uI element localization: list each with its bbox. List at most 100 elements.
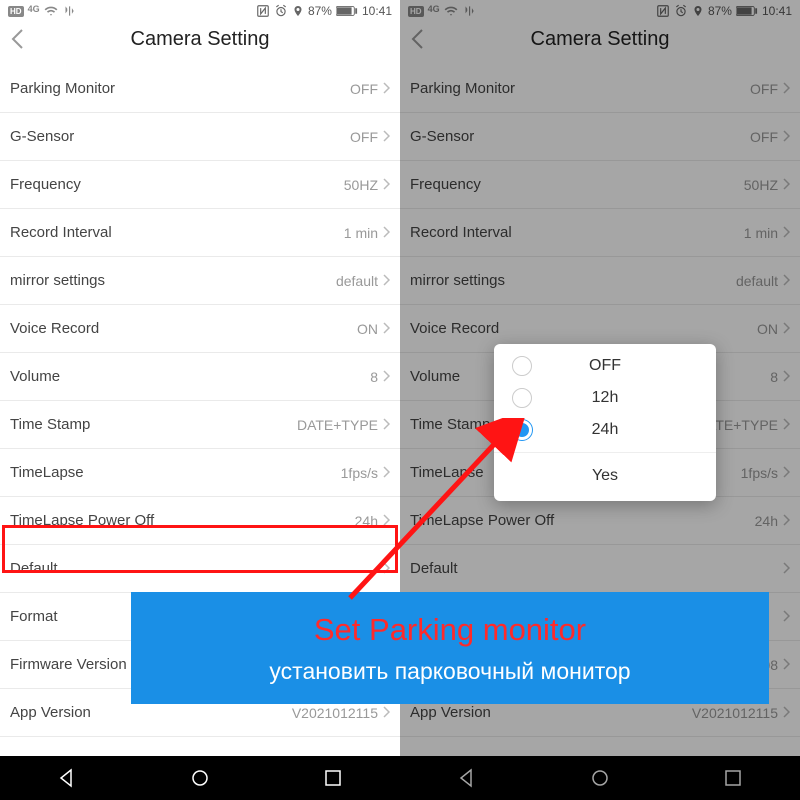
settings-row[interactable]: Voice RecordON: [0, 305, 400, 353]
settings-row-value: 8: [370, 369, 390, 385]
settings-row[interactable]: TimeLapse Power Off 24h: [400, 497, 800, 545]
settings-row[interactable]: mirror settingsdefault: [0, 257, 400, 305]
settings-row-value: OFF: [750, 129, 790, 145]
settings-row[interactable]: Time StampDATE+TYPE: [0, 401, 400, 449]
settings-row-value: default: [736, 273, 790, 289]
settings-row-value: OFF: [350, 129, 390, 145]
settings-row-value: DATE+TYPE: [297, 417, 390, 433]
settings-row-value: [378, 561, 390, 577]
settings-row-label: G-Sensor: [10, 128, 74, 145]
settings-row[interactable]: TimeLapse1fps/s: [0, 449, 400, 497]
alarm-icon: [674, 4, 688, 18]
annotation-banner: Set Parking monitor установить парковочн…: [131, 592, 769, 704]
nav-recent-button[interactable]: [318, 763, 348, 793]
settings-row-label: TimeLapse Power Off: [10, 512, 154, 529]
chevron-right-icon: [782, 369, 790, 385]
settings-row-label: Record Interval: [410, 224, 512, 241]
nav-back-button[interactable]: [52, 763, 82, 793]
chevron-right-icon: [382, 225, 390, 241]
settings-row-value: 8: [770, 369, 790, 385]
annotation-text-en: Set Parking monitor: [314, 612, 586, 648]
chevron-right-icon: [382, 369, 390, 385]
hd-badge: HD: [408, 6, 424, 17]
settings-row-label: mirror settings: [10, 272, 105, 289]
signal-4g-icon: 4G: [428, 4, 440, 14]
chevron-right-icon: [382, 177, 390, 193]
settings-row-label: Parking Monitor: [10, 80, 115, 97]
back-button[interactable]: [410, 28, 424, 55]
settings-row[interactable]: Default: [400, 545, 800, 593]
settings-row-value: 24h: [755, 513, 790, 529]
settings-row-label: Firmware Version: [10, 656, 127, 673]
settings-row-value: 1fps/s: [341, 465, 390, 481]
dialog-option-label: OFF: [512, 357, 698, 375]
alarm-icon: [274, 4, 288, 18]
settings-row-label: Parking Monitor: [410, 80, 515, 97]
settings-row-value: 50HZ: [744, 177, 790, 193]
android-navbar: [0, 756, 400, 800]
settings-row-label: Record Interval: [10, 224, 112, 241]
back-button[interactable]: [10, 28, 24, 55]
chevron-right-icon: [782, 81, 790, 97]
chevron-right-icon: [782, 417, 790, 433]
status-bar: HD 4G 87% 10:41: [400, 0, 800, 20]
nav-back-button[interactable]: [452, 763, 482, 793]
dialog-confirm-button[interactable]: Yes: [494, 452, 716, 501]
page-title: Camera Setting: [131, 28, 270, 51]
settings-row-label: Volume: [410, 368, 460, 385]
settings-row-label: Time Stamp: [410, 416, 490, 433]
settings-row[interactable]: Default: [0, 545, 400, 593]
settings-row[interactable]: TimeLapse Power Off 24h: [0, 497, 400, 545]
chevron-right-icon: [382, 273, 390, 289]
settings-row-label: Frequency: [410, 176, 481, 193]
chevron-right-icon: [382, 129, 390, 145]
settings-row[interactable]: G-SensorOFF: [400, 113, 800, 161]
settings-row-label: Volume: [10, 368, 60, 385]
nfc-icon: [656, 4, 670, 18]
location-icon: [692, 4, 704, 18]
chevron-right-icon: [782, 321, 790, 337]
chevron-right-icon: [782, 225, 790, 241]
dialog-option-label: 12h: [512, 389, 698, 407]
settings-row-value: 24h: [355, 513, 390, 529]
chevron-right-icon: [782, 513, 790, 529]
nav-home-button[interactable]: [185, 763, 215, 793]
settings-row[interactable]: Parking MonitorOFF: [400, 65, 800, 113]
settings-row[interactable]: Parking MonitorOFF: [0, 65, 400, 113]
nav-recent-button[interactable]: [718, 763, 748, 793]
broadcast-icon: [462, 4, 476, 18]
clock-time: 10:41: [362, 4, 392, 18]
clock-time: 10:41: [762, 4, 792, 18]
settings-row-value: ON: [357, 321, 390, 337]
battery-icon: [336, 5, 358, 17]
dialog-option[interactable]: 24h: [494, 414, 716, 446]
timelapse-poweroff-dialog: OFF 12h 24h Yes: [494, 344, 716, 501]
settings-row[interactable]: Record Interval 1 min: [0, 209, 400, 257]
settings-row[interactable]: Frequency 50HZ: [400, 161, 800, 209]
hd-badge: HD: [8, 6, 24, 17]
chevron-right-icon: [382, 81, 390, 97]
wifi-icon: [44, 4, 58, 18]
header: Camera Setting: [400, 20, 800, 65]
status-bar: HD 4G 87% 10:41: [0, 0, 400, 20]
chevron-right-icon: [382, 561, 390, 577]
settings-row-label: Frequency: [10, 176, 81, 193]
settings-row-label: TimeLapse Power Off: [410, 512, 554, 529]
settings-row[interactable]: mirror settingsdefault: [400, 257, 800, 305]
settings-row-value: V2021012115: [692, 705, 790, 721]
wifi-icon: [444, 4, 458, 18]
settings-row-value: ON: [757, 321, 790, 337]
nav-home-button[interactable]: [585, 763, 615, 793]
settings-row[interactable]: G-Sensor OFF: [0, 113, 400, 161]
settings-row[interactable]: Volume 8: [0, 353, 400, 401]
signal-4g-icon: 4G: [28, 4, 40, 14]
settings-row[interactable]: Frequency50HZ: [0, 161, 400, 209]
dialog-option[interactable]: OFF: [494, 350, 716, 382]
header: Camera Setting: [0, 20, 400, 65]
settings-row-value: 1 min: [344, 225, 390, 241]
settings-row[interactable]: Record Interval1 min: [400, 209, 800, 257]
dialog-option[interactable]: 12h: [494, 382, 716, 414]
battery-icon: [736, 5, 758, 17]
location-icon: [292, 4, 304, 18]
chevron-right-icon: [382, 465, 390, 481]
